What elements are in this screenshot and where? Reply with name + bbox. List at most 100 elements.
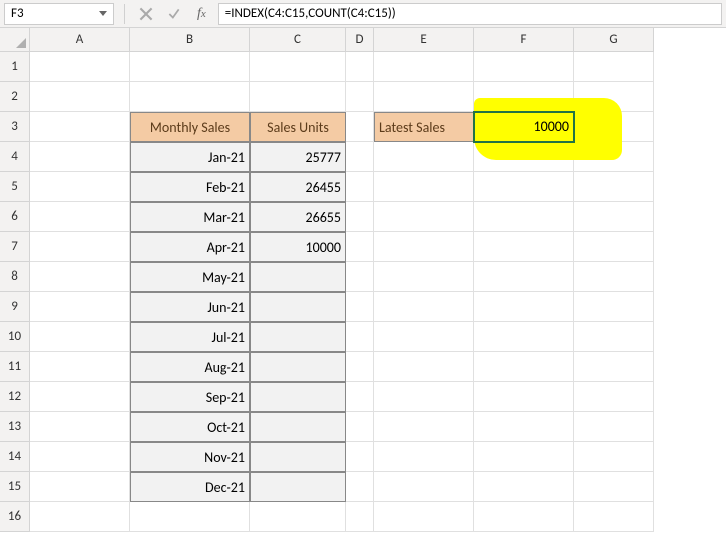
cell-C1[interactable] bbox=[250, 52, 346, 82]
row-header-3[interactable]: 3 bbox=[0, 112, 30, 142]
formula-input[interactable]: =INDEX(C4:C15,COUNT(C4:C15)) bbox=[218, 3, 722, 25]
cell-B13[interactable]: Oct-21 bbox=[130, 412, 250, 442]
cell-D7[interactable] bbox=[346, 232, 374, 262]
cell-D14[interactable] bbox=[346, 442, 374, 472]
cell-C16[interactable] bbox=[250, 502, 346, 532]
cell-E9[interactable] bbox=[374, 292, 474, 322]
cell-C14[interactable] bbox=[250, 442, 346, 472]
cell-D15[interactable] bbox=[346, 472, 374, 502]
cell-F16[interactable] bbox=[474, 502, 574, 532]
cell-G14[interactable] bbox=[574, 442, 654, 472]
cell-F15[interactable] bbox=[474, 472, 574, 502]
column-header-A[interactable]: A bbox=[30, 28, 130, 52]
cell-E15[interactable] bbox=[374, 472, 474, 502]
cell-G9[interactable] bbox=[574, 292, 654, 322]
row-header-14[interactable]: 14 bbox=[0, 442, 30, 472]
column-header-E[interactable]: E bbox=[374, 28, 474, 52]
cell-E7[interactable] bbox=[374, 232, 474, 262]
cell-C9[interactable] bbox=[250, 292, 346, 322]
cell-C3[interactable]: Sales Units bbox=[250, 112, 346, 142]
cell-D16[interactable] bbox=[346, 502, 374, 532]
row-header-7[interactable]: 7 bbox=[0, 232, 30, 262]
cell-A6[interactable] bbox=[30, 202, 130, 232]
row-header-9[interactable]: 9 bbox=[0, 292, 30, 322]
cell-G6[interactable] bbox=[574, 202, 654, 232]
column-header-C[interactable]: C bbox=[250, 28, 346, 52]
cell-A12[interactable] bbox=[30, 382, 130, 412]
cell-C13[interactable] bbox=[250, 412, 346, 442]
cell-D3[interactable] bbox=[346, 112, 374, 142]
cell-C2[interactable] bbox=[250, 82, 346, 112]
cell-G7[interactable] bbox=[574, 232, 654, 262]
cell-E16[interactable] bbox=[374, 502, 474, 532]
cancel-formula-button[interactable] bbox=[135, 3, 157, 25]
cell-G13[interactable] bbox=[574, 412, 654, 442]
cell-E1[interactable] bbox=[374, 52, 474, 82]
column-header-G[interactable]: G bbox=[574, 28, 654, 52]
cell-A8[interactable] bbox=[30, 262, 130, 292]
cell-E4[interactable] bbox=[374, 142, 474, 172]
row-header-6[interactable]: 6 bbox=[0, 202, 30, 232]
cell-A11[interactable] bbox=[30, 352, 130, 382]
column-header-F[interactable]: F bbox=[474, 28, 574, 52]
cell-A2[interactable] bbox=[30, 82, 130, 112]
cell-C12[interactable] bbox=[250, 382, 346, 412]
cell-B8[interactable]: May-21 bbox=[130, 262, 250, 292]
cell-B10[interactable]: Jul-21 bbox=[130, 322, 250, 352]
cell-B1[interactable] bbox=[130, 52, 250, 82]
cell-F14[interactable] bbox=[474, 442, 574, 472]
row-header-10[interactable]: 10 bbox=[0, 322, 30, 352]
cell-B7[interactable]: Apr-21 bbox=[130, 232, 250, 262]
cell-F6[interactable] bbox=[474, 202, 574, 232]
cell-C6[interactable]: 26655 bbox=[250, 202, 346, 232]
row-header-5[interactable]: 5 bbox=[0, 172, 30, 202]
row-header-1[interactable]: 1 bbox=[0, 52, 30, 82]
cell-A9[interactable] bbox=[30, 292, 130, 322]
cell-G12[interactable] bbox=[574, 382, 654, 412]
cell-F11[interactable] bbox=[474, 352, 574, 382]
cell-A15[interactable] bbox=[30, 472, 130, 502]
cell-E8[interactable] bbox=[374, 262, 474, 292]
cell-E5[interactable] bbox=[374, 172, 474, 202]
cell-C11[interactable] bbox=[250, 352, 346, 382]
name-box[interactable]: F3 bbox=[4, 3, 114, 25]
column-header-B[interactable]: B bbox=[130, 28, 250, 52]
cell-C7[interactable]: 10000 bbox=[250, 232, 346, 262]
cell-A1[interactable] bbox=[30, 52, 130, 82]
cell-F12[interactable] bbox=[474, 382, 574, 412]
row-header-4[interactable]: 4 bbox=[0, 142, 30, 172]
cell-D10[interactable] bbox=[346, 322, 374, 352]
cell-A16[interactable] bbox=[30, 502, 130, 532]
cell-G5[interactable] bbox=[574, 172, 654, 202]
cell-F3[interactable]: 10000 bbox=[474, 112, 574, 142]
cell-C8[interactable] bbox=[250, 262, 346, 292]
column-header-D[interactable]: D bbox=[346, 28, 374, 52]
select-all-corner[interactable] bbox=[0, 28, 30, 52]
cell-B16[interactable] bbox=[130, 502, 250, 532]
row-header-8[interactable]: 8 bbox=[0, 262, 30, 292]
cell-E11[interactable] bbox=[374, 352, 474, 382]
cell-C15[interactable] bbox=[250, 472, 346, 502]
cell-A13[interactable] bbox=[30, 412, 130, 442]
cell-F13[interactable] bbox=[474, 412, 574, 442]
cell-F7[interactable] bbox=[474, 232, 574, 262]
row-header-12[interactable]: 12 bbox=[0, 382, 30, 412]
cell-D2[interactable] bbox=[346, 82, 374, 112]
row-header-2[interactable]: 2 bbox=[0, 82, 30, 112]
cell-C5[interactable]: 26455 bbox=[250, 172, 346, 202]
cell-E14[interactable] bbox=[374, 442, 474, 472]
cell-F10[interactable] bbox=[474, 322, 574, 352]
cell-D8[interactable] bbox=[346, 262, 374, 292]
cell-A7[interactable] bbox=[30, 232, 130, 262]
cell-D6[interactable] bbox=[346, 202, 374, 232]
cell-F5[interactable] bbox=[474, 172, 574, 202]
cell-E12[interactable] bbox=[374, 382, 474, 412]
cell-E13[interactable] bbox=[374, 412, 474, 442]
cell-A3[interactable] bbox=[30, 112, 130, 142]
cell-C4[interactable]: 25777 bbox=[250, 142, 346, 172]
cell-B14[interactable]: Nov-21 bbox=[130, 442, 250, 472]
cell-A4[interactable] bbox=[30, 142, 130, 172]
cell-A10[interactable] bbox=[30, 322, 130, 352]
cell-G15[interactable] bbox=[574, 472, 654, 502]
cell-F1[interactable] bbox=[474, 52, 574, 82]
